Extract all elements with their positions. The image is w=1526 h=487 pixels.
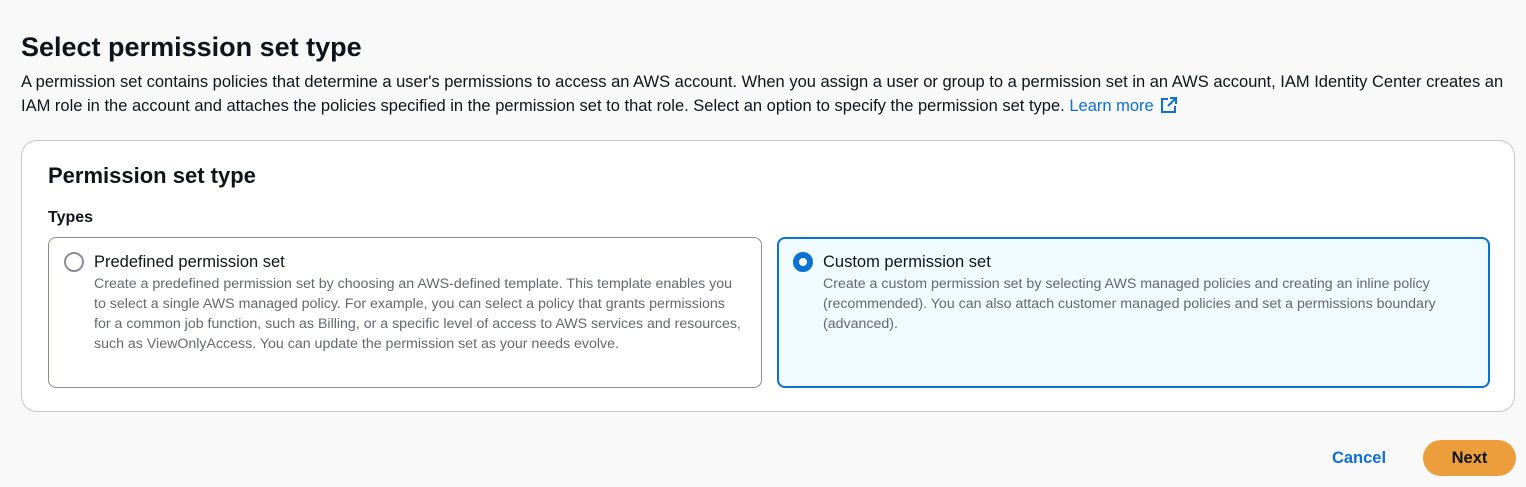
predefined-title: Predefined permission set (94, 253, 285, 271)
external-link-icon (1160, 97, 1177, 113)
predefined-radio[interactable] (64, 252, 84, 272)
permission-set-type-panel: Permission set type Types Predefined per… (21, 140, 1515, 412)
description-text: A permission set contains policies that … (21, 73, 1504, 115)
page-description: A permission set contains policies that … (21, 70, 1511, 118)
types-label: Types (48, 209, 94, 226)
learn-more-label: Learn more (1069, 97, 1154, 115)
custom-permission-set-tile[interactable]: Custom permission set Create a custom pe… (777, 237, 1490, 388)
next-button[interactable]: Next (1423, 440, 1516, 476)
predefined-description: Create a predefined permission set by ch… (94, 276, 741, 352)
cancel-button[interactable]: Cancel (1318, 440, 1400, 476)
panel-title: Permission set type (48, 163, 256, 188)
custom-title: Custom permission set (823, 253, 991, 271)
page-title: Select permission set type (21, 32, 362, 62)
custom-radio[interactable] (793, 252, 813, 272)
custom-description: Create a custom permission set by select… (823, 276, 1436, 332)
learn-more-link[interactable]: Learn more (1069, 97, 1177, 115)
predefined-permission-set-tile[interactable]: Predefined permission set Create a prede… (48, 237, 762, 388)
